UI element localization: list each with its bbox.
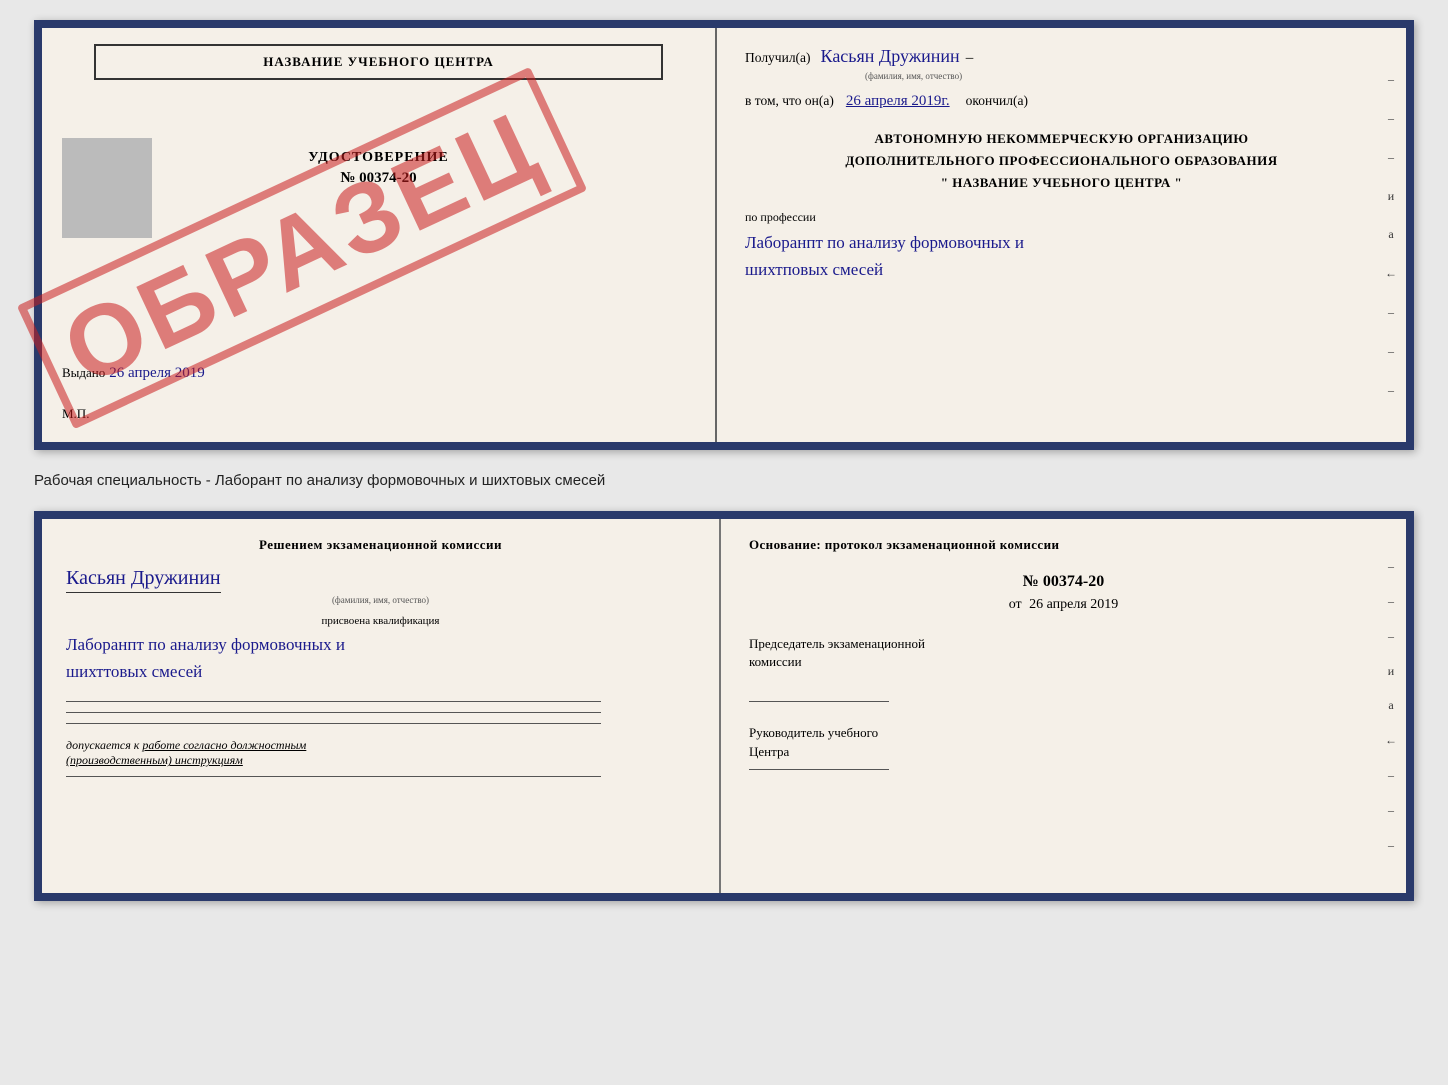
document-container: НАЗВАНИЕ УЧЕБНОГО ЦЕНТРА УДОСТОВЕРЕНИЕ №…	[34, 20, 1414, 901]
bottom-cert-right: Основание: протокол экзаменационной коми…	[721, 519, 1406, 893]
org-block: АВТОНОМНУЮ НЕКОММЕРЧЕСКУЮ ОРГАНИЗАЦИЮ ДО…	[745, 128, 1378, 194]
poluchil-line: Получил(а) Касьян Дружинин –	[745, 46, 1378, 67]
po-professii-label: по профессии	[745, 210, 1378, 225]
obrazets-stamp: ОБРАЗЕЦ	[92, 88, 512, 408]
prisvoena-label: присвоена квалификация	[66, 615, 695, 627]
protocol-date: от 26 апреля 2019	[749, 597, 1378, 613]
seal-placeholder	[62, 138, 152, 238]
rukovoditel-text: Руководитель учебного Центра	[749, 724, 1378, 760]
bottom-cert-left: Решением экзаменационной комиссии Касьян…	[42, 519, 721, 893]
school-name-text: НАЗВАНИЕ УЧЕБНОГО ЦЕНТРА	[263, 54, 494, 69]
qualification-text: Лаборанпт по анализу формовочных и шихтт…	[66, 631, 695, 685]
recipient-name: Касьян Дружинин	[821, 46, 960, 67]
bottom-signature-lines	[66, 701, 695, 724]
signature-line-3	[66, 723, 601, 724]
vydano-line: Выдано 26 апреля 2019	[62, 365, 205, 382]
udostoverenie-label: УДОСТОВЕРЕНИЕ	[308, 150, 448, 166]
right-edge-dashes: – – – и а ← – – –	[1376, 28, 1406, 442]
predsedatel-text: Председатель экзаменационной комиссии	[749, 635, 1378, 671]
osnovanie-text: Основание: протокол экзаменационной коми…	[749, 537, 1378, 553]
top-certificate-card: НАЗВАНИЕ УЧЕБНОГО ЦЕНТРА УДОСТОВЕРЕНИЕ №…	[34, 20, 1414, 450]
mp-label: М.П.	[62, 406, 89, 422]
bottom-name-line: Касьян Дружинин	[66, 567, 695, 595]
rukovoditel-signature-line	[749, 769, 889, 770]
protocol-number: № 00374-20	[749, 573, 1378, 591]
org-line2: ДОПОЛНИТЕЛЬНОГО ПРОФЕССИОНАЛЬНОГО ОБРАЗО…	[745, 150, 1378, 172]
specialty-text: Рабочая специальность - Лаборант по анал…	[34, 468, 1414, 493]
profession-text: Лаборанпт по анализу формовочных и шихтп…	[745, 229, 1378, 283]
signature-line-2	[66, 712, 601, 713]
top-cert-left: НАЗВАНИЕ УЧЕБНОГО ЦЕНТРА УДОСТОВЕРЕНИЕ №…	[42, 28, 717, 442]
vtom-label: в том, что он(а)	[745, 93, 834, 109]
bottom-recipient-name: Касьян Дружинин	[66, 567, 221, 593]
okonchil-label: окончил(а)	[966, 93, 1028, 109]
vtom-date: 26 апреля 2019г.	[846, 93, 950, 110]
dopuskaetsya-prefix: допускается к	[66, 738, 139, 752]
vydano-date: 26 апреля 2019	[109, 365, 205, 381]
dopuskaetsya-line	[66, 776, 601, 777]
bottom-certificate-card: Решением экзаменационной комиссии Касьян…	[34, 511, 1414, 901]
cert-number: № 00374-20	[340, 170, 416, 187]
predsedatel-signature-line	[749, 701, 889, 702]
protocol-date-value: 26 апреля 2019	[1029, 597, 1118, 612]
resheniem-text: Решением экзаменационной комиссии	[66, 537, 695, 553]
fio-subtitle-bottom: (фамилия, имя, отчество)	[66, 595, 695, 605]
dash-separator: –	[966, 50, 974, 67]
fio-subtitle-top: (фамилия, имя, отчество)	[865, 71, 1378, 81]
poluchil-label: Получил(а)	[745, 50, 811, 66]
org-line3: " НАЗВАНИЕ УЧЕБНОГО ЦЕНТРА "	[745, 172, 1378, 194]
school-name-box: НАЗВАНИЕ УЧЕБНОГО ЦЕНТРА	[94, 44, 664, 80]
top-cert-right: Получил(а) Касьян Дружинин – (фамилия, и…	[717, 28, 1406, 442]
vydano-label: Выдано	[62, 365, 105, 380]
signature-line-1	[66, 701, 601, 702]
bottom-right-edge-dashes: – – – и а ← – – –	[1376, 519, 1406, 893]
vtom-line: в том, что он(а) 26 апреля 2019г. окончи…	[745, 93, 1378, 110]
org-line1: АВТОНОМНУЮ НЕКОММЕРЧЕСКУЮ ОРГАНИЗАЦИЮ	[745, 128, 1378, 150]
dopuskaetsya-text: допускается к работе согласно должностны…	[66, 738, 695, 768]
ot-prefix: от	[1009, 597, 1022, 612]
